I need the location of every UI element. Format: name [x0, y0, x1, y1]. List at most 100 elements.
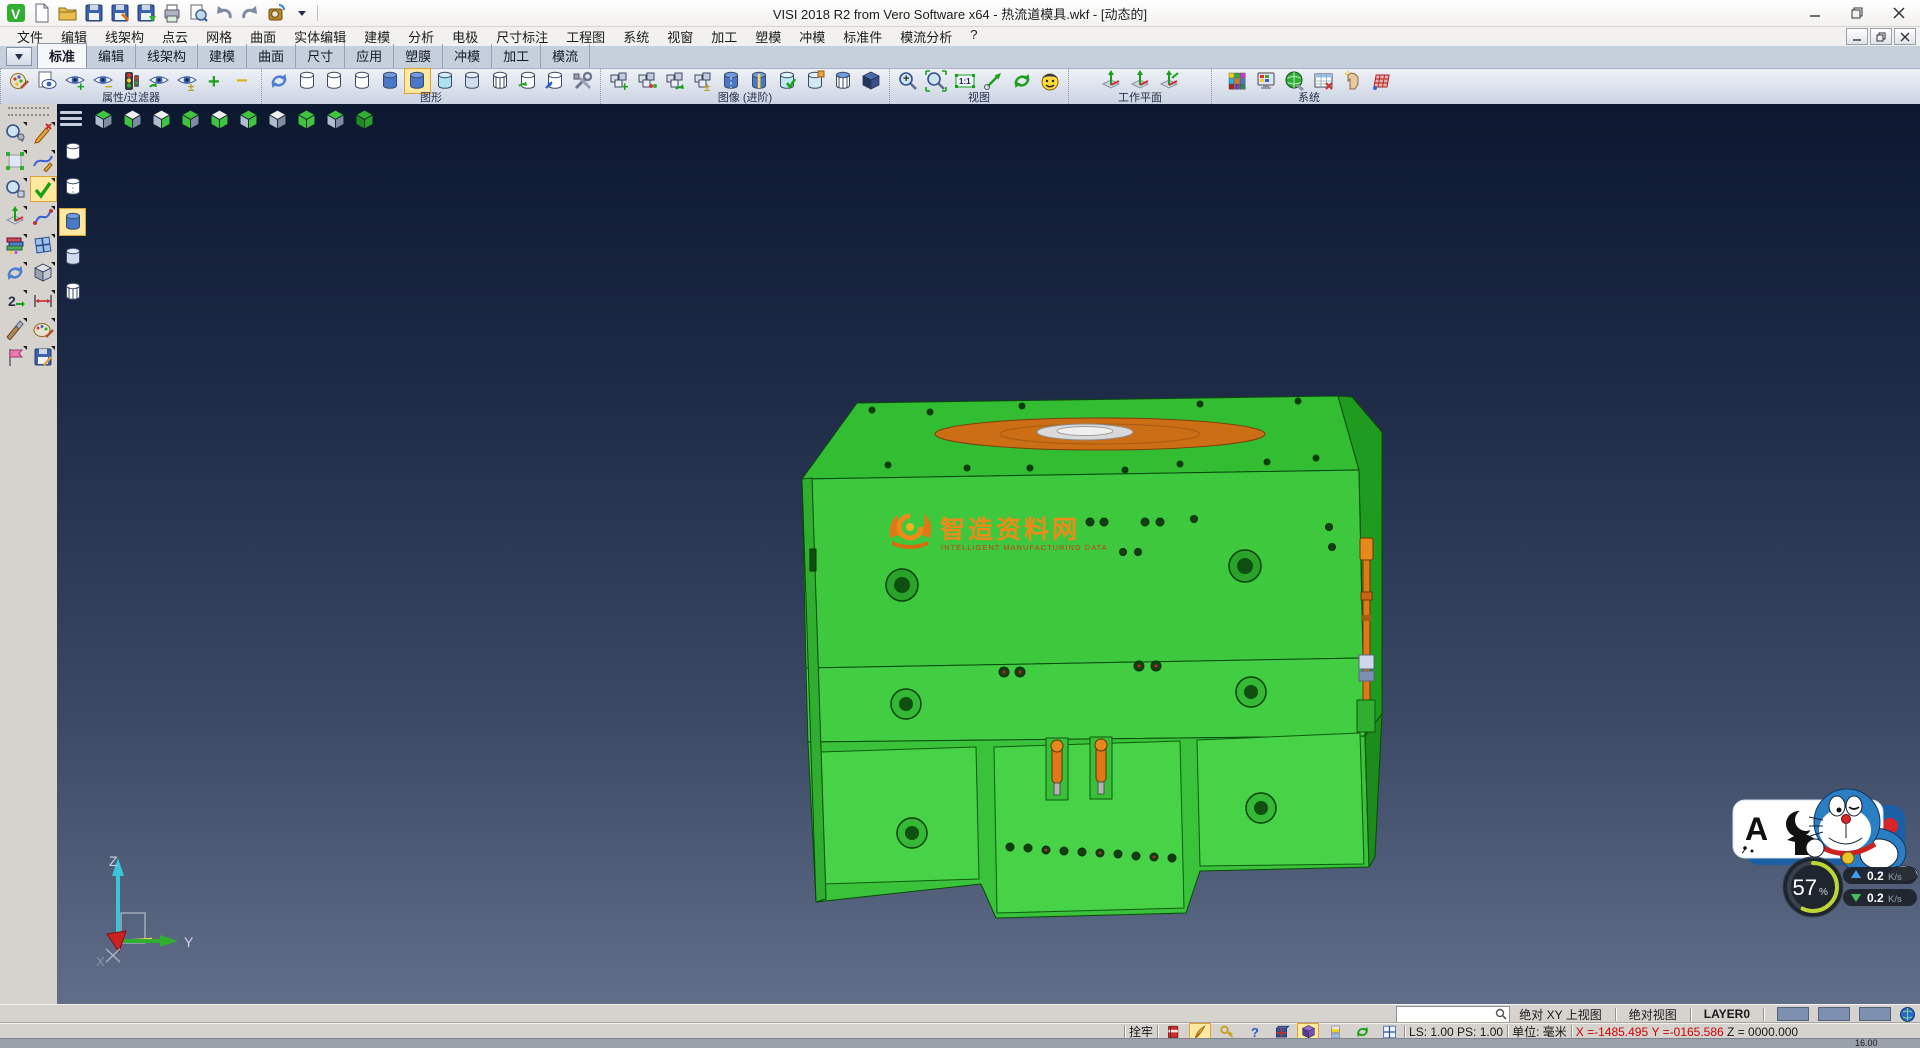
- ribbon-tab-10[interactable]: 模流: [541, 44, 590, 68]
- restore-button[interactable]: [1836, 1, 1878, 26]
- mdi-minimize-button[interactable]: [1846, 28, 1868, 45]
- menu-item-15[interactable]: 塑模: [746, 26, 790, 47]
- cylinder-refresh-icon[interactable]: [514, 68, 541, 94]
- tab-dropdown-button[interactable]: [6, 47, 32, 66]
- save-as-icon[interactable]: [108, 2, 132, 24]
- viewport-3d[interactable]: 智造资料网 INTELLIGENT MANUFACTURING DATA Z Y…: [57, 104, 1920, 1004]
- upload-speed-pill[interactable]: 0.2 K/s: [1843, 867, 1917, 884]
- menu-item-18[interactable]: 模流分析: [891, 26, 961, 47]
- view-search-input[interactable]: [1399, 1007, 1495, 1022]
- undo-icon[interactable]: [212, 2, 236, 24]
- visi-logo-icon[interactable]: V: [4, 2, 28, 24]
- new-file-icon[interactable]: [30, 2, 54, 24]
- check-green-icon[interactable]: [30, 176, 57, 202]
- minimize-button[interactable]: [1794, 1, 1836, 26]
- workplane-arrows-icon[interactable]: [1155, 68, 1183, 94]
- cylinder-hatched-icon[interactable]: [487, 68, 514, 94]
- eye-minus-icon[interactable]: −: [89, 68, 116, 94]
- save-edit-icon[interactable]: [30, 344, 57, 370]
- ribbon-tab-9[interactable]: 加工: [492, 44, 541, 68]
- zoom-extents-icon[interactable]: [923, 68, 951, 94]
- cylinder-blue-icon[interactable]: [376, 68, 403, 94]
- ribbon-tab-6[interactable]: 应用: [345, 44, 394, 68]
- ribbon-tab-0[interactable]: 标准: [37, 43, 87, 68]
- cube-gray-icon[interactable]: [30, 260, 57, 286]
- cylinder-light-icon[interactable]: [459, 68, 486, 94]
- pencil-delete-icon[interactable]: [30, 120, 57, 146]
- menu-item-16[interactable]: 冲模: [790, 26, 834, 47]
- books-palette-icon[interactable]: [2, 232, 29, 258]
- ribbon-tab-2[interactable]: 线架构: [136, 44, 198, 68]
- view-search-box[interactable]: [1396, 1006, 1510, 1023]
- redo-icon[interactable]: [238, 2, 262, 24]
- cylinder-hatch-blue-icon[interactable]: [830, 68, 857, 94]
- eye-refresh-icon[interactable]: [146, 68, 173, 94]
- tools-wrench-icon[interactable]: [569, 68, 596, 94]
- boxes-traffic-icon[interactable]: [633, 68, 660, 94]
- cylinder-wire-2-icon[interactable]: [321, 68, 348, 94]
- cube-navy-icon[interactable]: [858, 68, 885, 94]
- refresh-arrows-icon[interactable]: [2, 260, 29, 286]
- refresh-blue-icon[interactable]: [266, 68, 293, 94]
- eye-plus-icon[interactable]: +: [61, 68, 88, 94]
- menu-item-12[interactable]: 系统: [614, 26, 658, 47]
- traffic-light-icon[interactable]: [117, 68, 144, 94]
- percent-gauge[interactable]: 57 %: [1783, 857, 1843, 917]
- cylinder-arrow-icon[interactable]: [542, 68, 569, 94]
- menu-item-13[interactable]: 视窗: [658, 26, 702, 47]
- zoom-box-icon[interactable]: [2, 176, 29, 202]
- color-grid-icon[interactable]: [1223, 68, 1251, 94]
- smiley-view-icon[interactable]: [1037, 68, 1065, 94]
- cylinder-blue-selected-icon[interactable]: [404, 68, 431, 94]
- page-eye-icon[interactable]: [33, 68, 60, 94]
- menu-item-17[interactable]: 标准件: [834, 26, 891, 47]
- rotate-view-icon[interactable]: [1008, 68, 1036, 94]
- cylinder-cyan-icon[interactable]: [432, 68, 459, 94]
- layer-swatch-1[interactable]: [1777, 1007, 1809, 1021]
- open-folder-icon[interactable]: [56, 2, 80, 24]
- layer-swatch-2[interactable]: [1818, 1007, 1850, 1021]
- cylinder-striped-icon[interactable]: [746, 68, 773, 94]
- dock-drag-handle[interactable]: [8, 107, 49, 116]
- curve-pencil-icon[interactable]: [30, 148, 57, 174]
- cylinder-dashed-icon[interactable]: [717, 68, 744, 94]
- print-preview-icon[interactable]: [186, 2, 210, 24]
- globe-wrench-icon[interactable]: [1281, 68, 1309, 94]
- mdi-close-button[interactable]: [1894, 28, 1916, 45]
- chisel-tool-icon[interactable]: [2, 316, 29, 342]
- plus-green-icon[interactable]: +: [202, 68, 229, 94]
- toolbar-options-dropdown-icon[interactable]: [290, 2, 314, 24]
- view-2d-icon[interactable]: 2: [2, 288, 29, 314]
- dimension-arrow-icon[interactable]: [30, 288, 57, 314]
- download-speed-pill[interactable]: 0.2 K/s: [1843, 889, 1917, 906]
- desktop-helper-widget[interactable]: A: [1727, 786, 1920, 1004]
- screenshot-tool-icon[interactable]: [264, 2, 288, 24]
- boxes-plus-minus-icon[interactable]: ±: [689, 68, 716, 94]
- save-all-icon[interactable]: [134, 2, 158, 24]
- close-button[interactable]: [1878, 1, 1920, 26]
- view-mode-label[interactable]: 绝对视图: [1629, 1006, 1677, 1023]
- zoom-plus-icon[interactable]: +: [894, 68, 922, 94]
- magnifier-gear-icon[interactable]: [2, 120, 29, 146]
- menu-item-19[interactable]: ?: [961, 26, 986, 47]
- ribbon-tab-7[interactable]: 塑膜: [394, 44, 443, 68]
- bookmark-pink-icon[interactable]: [2, 344, 29, 370]
- mdi-restore-button[interactable]: [1870, 28, 1892, 45]
- window-blue-icon[interactable]: [30, 232, 57, 258]
- menu-item-14[interactable]: 加工: [702, 26, 746, 47]
- eye-plus-minus-icon[interactable]: ±: [174, 68, 201, 94]
- boxes-plus-icon[interactable]: +: [605, 68, 632, 94]
- table-grid-icon[interactable]: [1310, 68, 1338, 94]
- hand-select-icon[interactable]: [1339, 68, 1367, 94]
- boxes-refresh-icon[interactable]: [661, 68, 688, 94]
- ribbon-tab-4[interactable]: 曲面: [247, 44, 296, 68]
- cylinder-check-icon[interactable]: [774, 68, 801, 94]
- workplane-iso-icon[interactable]: [1097, 68, 1125, 94]
- spline-blue-icon[interactable]: [30, 204, 57, 230]
- cylinder-wire-3-icon[interactable]: [349, 68, 376, 94]
- ribbon-tab-3[interactable]: 建模: [198, 44, 247, 68]
- arrow-measure-icon[interactable]: [980, 68, 1008, 94]
- cylinder-wire-1-icon[interactable]: [294, 68, 321, 94]
- monitor-colors-icon[interactable]: [1252, 68, 1280, 94]
- axes-mini-icon[interactable]: [2, 204, 29, 230]
